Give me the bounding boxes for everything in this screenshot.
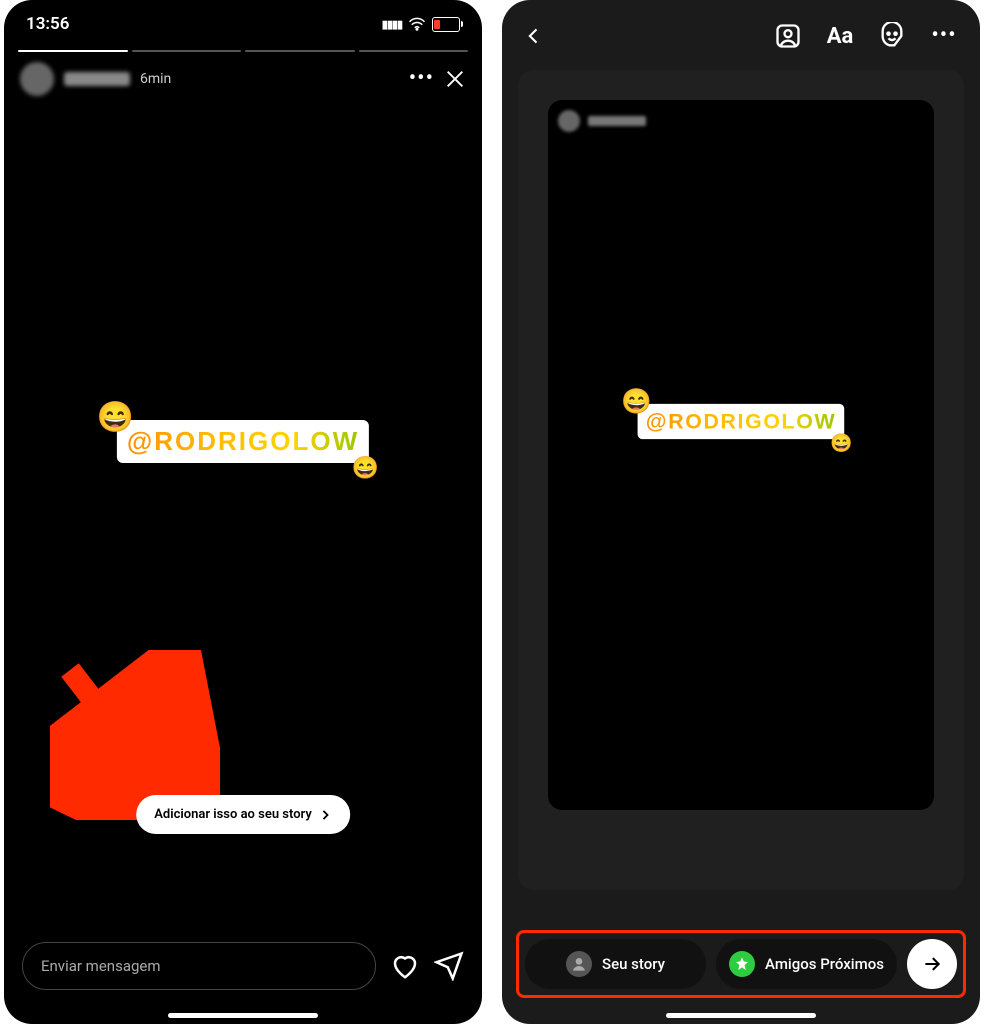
- author-username[interactable]: [64, 72, 130, 86]
- mention-sticker[interactable]: 😄 @RODRIGOLOW 😄: [117, 420, 369, 463]
- story-editor-screen: Aa ••• 😄 @RODRIGOLOW 😄: [502, 0, 980, 1024]
- editor-toolbar: Aa •••: [502, 0, 980, 62]
- arrow-right-icon: [922, 954, 942, 974]
- sticker-icon[interactable]: [878, 22, 906, 50]
- story-timestamp: 6min: [140, 71, 171, 87]
- your-story-avatar-icon: [566, 951, 592, 977]
- reposted-story-preview[interactable]: 😄 @RODRIGOLOW 😄: [548, 100, 934, 810]
- status-icons: ▮▮▮▮: [382, 17, 460, 32]
- emoji-icon: 😄: [352, 456, 379, 481]
- add-to-story-label: Adicionar isso ao seu story: [154, 807, 312, 822]
- author-avatar: [558, 110, 580, 132]
- wifi-icon: [408, 17, 426, 31]
- your-story-label: Seu story: [602, 955, 665, 973]
- home-indicator[interactable]: [666, 1013, 816, 1018]
- chevron-right-icon: [318, 808, 332, 822]
- story-progress: [10, 40, 476, 58]
- share-icon[interactable]: [434, 951, 464, 981]
- author-username: [588, 116, 646, 126]
- author-avatar[interactable]: [20, 62, 54, 96]
- send-to-button[interactable]: [907, 939, 957, 989]
- mention-text: @RODRIGOLOW: [638, 404, 845, 439]
- message-placeholder: Enviar mensagem: [41, 957, 161, 975]
- status-bar: 13:56 ▮▮▮▮: [4, 0, 482, 40]
- tag-people-icon[interactable]: [774, 22, 802, 50]
- text-icon[interactable]: Aa: [826, 22, 854, 50]
- story-viewer-screen: 13:56 ▮▮▮▮ 6min ••• 😄 @RO: [4, 0, 482, 1024]
- mention-sticker: 😄 @RODRIGOLOW 😄: [638, 404, 845, 439]
- mention-text: @RODRIGOLOW: [117, 420, 369, 463]
- story-header: 6min •••: [10, 58, 476, 100]
- signal-icon: ▮▮▮▮: [382, 18, 402, 31]
- more-icon[interactable]: •••: [930, 22, 958, 50]
- like-icon[interactable]: [390, 951, 420, 981]
- message-input[interactable]: Enviar mensagem: [22, 942, 376, 990]
- story-content[interactable]: 6min ••• 😄 @RODRIGOLOW 😄 Adicionar isso …: [10, 40, 476, 930]
- status-time: 13:56: [26, 14, 69, 34]
- your-story-button[interactable]: Seu story: [525, 939, 706, 989]
- close-friends-star-icon: [729, 951, 755, 977]
- close-friends-label: Amigos Próximos: [765, 955, 884, 973]
- story-reply-row: Enviar mensagem: [4, 930, 482, 1002]
- close-icon[interactable]: [444, 68, 466, 90]
- emoji-icon: 😄: [830, 433, 852, 454]
- battery-icon: [432, 17, 460, 32]
- back-icon[interactable]: [524, 26, 544, 46]
- close-friends-button[interactable]: Amigos Próximos: [716, 939, 897, 989]
- editor-canvas[interactable]: 😄 @RODRIGOLOW 😄: [518, 70, 964, 890]
- share-destination-row: Seu story Amigos Próximos: [516, 930, 966, 998]
- more-icon[interactable]: •••: [409, 74, 434, 84]
- home-indicator[interactable]: [168, 1013, 318, 1018]
- add-to-story-button[interactable]: Adicionar isso ao seu story: [136, 795, 350, 834]
